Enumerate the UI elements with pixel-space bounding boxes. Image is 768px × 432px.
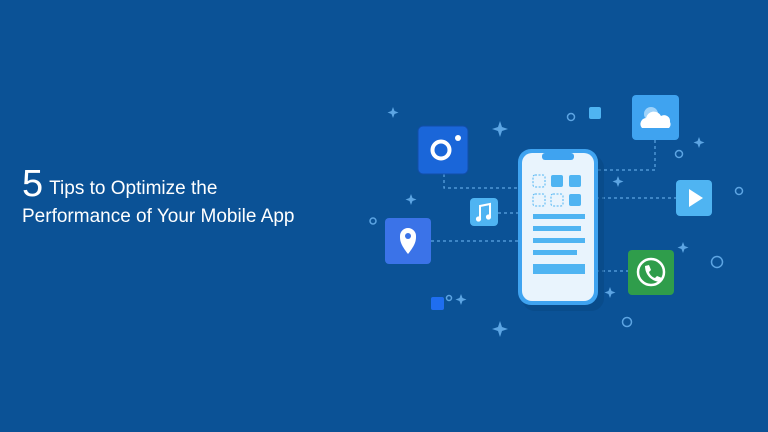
smartphone xyxy=(518,149,604,311)
app-tile xyxy=(569,175,581,187)
app-tile xyxy=(569,194,581,206)
sparkle-icon xyxy=(612,176,624,187)
sparkle-icon xyxy=(693,137,705,148)
sparkle-icon xyxy=(604,287,616,298)
headline-line-2: Performance of Your Mobile App xyxy=(22,206,295,227)
content-bar xyxy=(533,214,585,219)
headline-number: 5 xyxy=(22,163,44,205)
headline-line-1: Tips to Optimize the xyxy=(49,178,218,199)
connector-camera xyxy=(443,174,521,189)
sparkle-icon xyxy=(677,242,689,253)
headline-first-row: 5 Tips to Optimize the xyxy=(22,163,295,205)
content-bar xyxy=(533,250,577,255)
sparkle-icon xyxy=(405,194,417,205)
sparkle-icon xyxy=(387,107,399,118)
music-note-icon xyxy=(470,198,498,226)
camera-app-icon xyxy=(417,125,469,175)
content-bar xyxy=(533,238,585,243)
app-tile xyxy=(551,175,563,187)
location-pin-icon xyxy=(385,218,431,264)
promo-banner: 5 Tips to Optimize the Performance of Yo… xyxy=(0,0,768,432)
mobile-app-illustration xyxy=(369,95,744,337)
cloud-app-icon xyxy=(632,95,679,140)
connector-cloud xyxy=(596,140,656,171)
headline: 5 Tips to Optimize the Performance of Yo… xyxy=(22,163,295,228)
content-bar xyxy=(533,264,585,274)
sparkle-icon xyxy=(492,321,508,337)
sparkle-icon xyxy=(492,121,508,137)
content-bar xyxy=(533,226,581,231)
phone-call-icon xyxy=(628,250,674,295)
decor-square xyxy=(431,297,444,310)
sparkle-icon xyxy=(455,294,467,305)
play-video-icon xyxy=(676,180,712,216)
decor-square xyxy=(589,107,601,119)
phone-notch xyxy=(542,153,574,160)
